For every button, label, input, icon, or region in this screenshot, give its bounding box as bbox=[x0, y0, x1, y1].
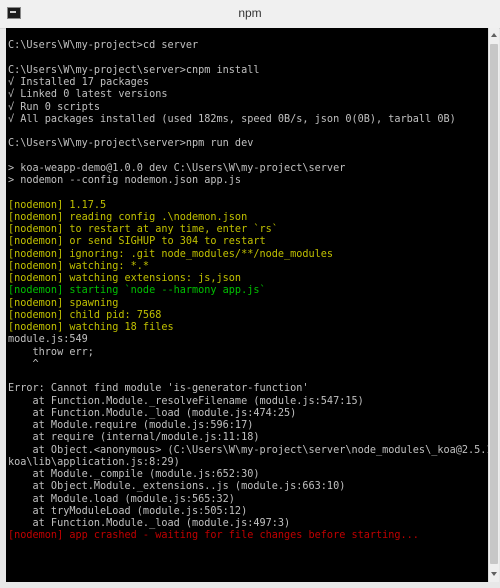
terminal-line: [nodemon] starting `node --harmony app.j… bbox=[8, 285, 266, 297]
terminal-line: [nodemon] to restart at any time, enter … bbox=[8, 224, 278, 235]
terminal-line: at Module.require (module.js:596:17) bbox=[8, 420, 254, 431]
terminal-line: at Function.Module._resolveFilename (mod… bbox=[8, 395, 364, 407]
terminal-line: √ All packages installed (used 182ms, sp… bbox=[8, 113, 456, 125]
terminal-line: at require (internal/module.js:11:18) bbox=[8, 432, 260, 444]
terminal-line: at Module._compile (module.js:652:30) bbox=[8, 469, 260, 480]
terminal-line: > nodemon --config nodemon.json app.js bbox=[8, 175, 242, 186]
terminal-line: at Function.Module._load (module.js:497:… bbox=[8, 518, 291, 529]
scroll-up-arrow-icon[interactable] bbox=[489, 30, 499, 41]
scrollbar-thumb[interactable] bbox=[490, 44, 498, 564]
window-title: npm bbox=[238, 6, 262, 20]
terminal-line: √ Installed 17 packages bbox=[8, 77, 150, 88]
terminal-line: Error: Cannot find module 'is-generator-… bbox=[8, 383, 309, 395]
vertical-scrollbar[interactable] bbox=[488, 28, 499, 582]
terminal-line: ^ bbox=[8, 358, 39, 370]
terminal-line: at Object.Module._extensions..js (module… bbox=[8, 481, 346, 493]
terminal-line: throw err; bbox=[8, 346, 94, 358]
terminal-line: [nodemon] child pid: 7568 bbox=[8, 309, 162, 321]
terminal-line: at Object.<anonymous> (C:\Users\W\my-pro… bbox=[8, 444, 488, 456]
terminal-line: C:\Users\W\my-project\server>npm run dev bbox=[8, 138, 254, 150]
console-window: npm C:\Users\W\my-project>cd server C:\Us… bbox=[0, 0, 500, 588]
terminal-line: module.js:549 bbox=[8, 334, 88, 346]
terminal-line: [nodemon] ignoring: .git node_modules/**… bbox=[8, 248, 334, 260]
terminal-line: [nodemon] watching 18 files bbox=[8, 322, 174, 333]
terminal-line: [nodemon] watching extensions: js,json bbox=[8, 273, 242, 284]
terminal-line: at Module.load (module.js:565:32) bbox=[8, 493, 235, 505]
title-bar[interactable]: npm bbox=[0, 0, 500, 29]
terminal-line: C:\Users\W\my-project>cd server bbox=[8, 40, 199, 52]
terminal-line: √ Run 0 scripts bbox=[8, 101, 101, 113]
terminal-line: [nodemon] app crashed - waiting for file… bbox=[8, 530, 419, 542]
scroll-down-arrow-icon[interactable] bbox=[489, 569, 499, 580]
terminal-line: [nodemon] reading config .\nodemon.json bbox=[8, 211, 248, 223]
terminal-line: [nodemon] 1.17.5 bbox=[8, 199, 107, 211]
terminal-line: > koa-weapp-demo@1.0.0 dev C:\Users\W\my… bbox=[8, 162, 346, 174]
terminal-line: [nodemon] watching: *.* bbox=[8, 260, 150, 272]
terminal-output[interactable]: C:\Users\W\my-project>cd server C:\Users\… bbox=[6, 28, 488, 582]
terminal-line: √ Linked 0 latest versions bbox=[8, 89, 168, 101]
terminal-line: [nodemon] or send SIGHUP to 304 to resta… bbox=[8, 236, 266, 248]
terminal-line: C:\Users\W\my-project\server>cnpm instal… bbox=[8, 64, 260, 76]
terminal-line: at tryModuleLoad (module.js:505:12) bbox=[8, 505, 248, 517]
terminal-line: [nodemon] spawning bbox=[8, 297, 119, 309]
terminal-line: koa\lib\application.js:8:29) bbox=[8, 456, 180, 468]
terminal-line: at Function.Module._load (module.js:474:… bbox=[8, 407, 297, 419]
